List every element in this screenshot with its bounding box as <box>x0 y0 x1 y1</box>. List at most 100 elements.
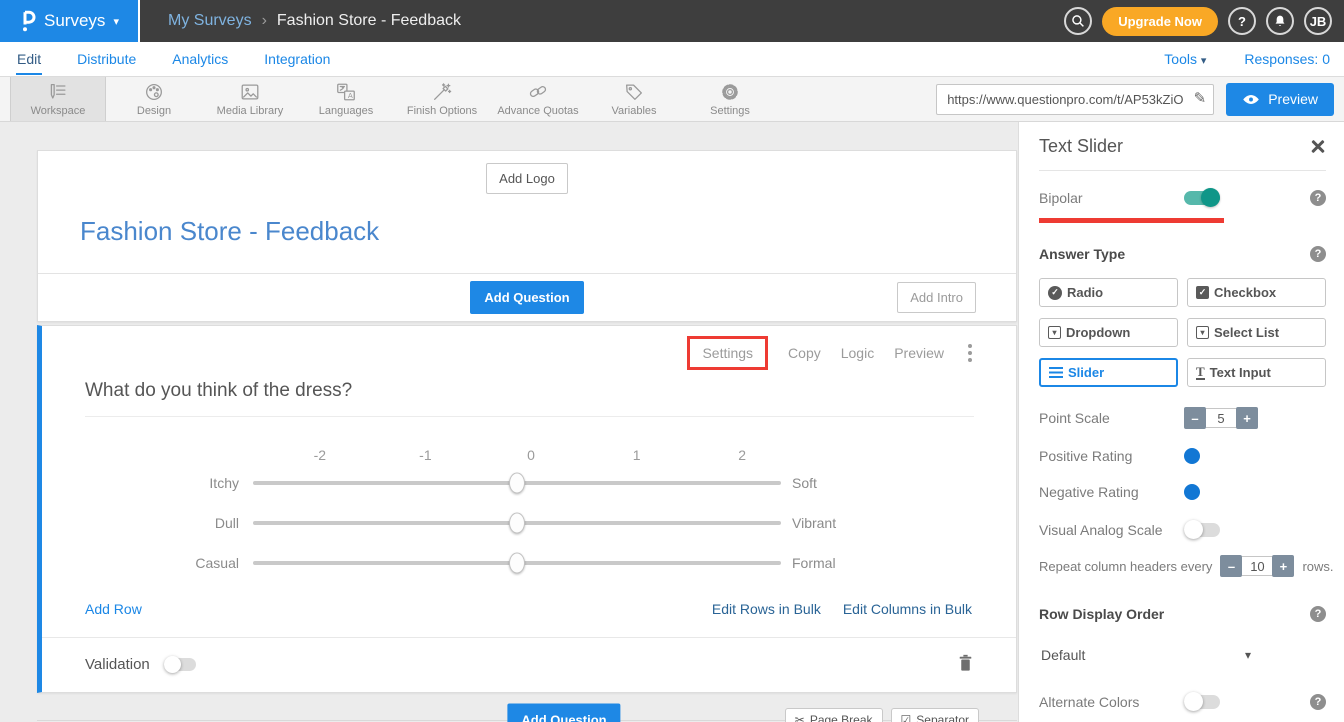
annotation-underline <box>1039 218 1224 223</box>
answer-type-checkbox[interactable]: ✓ Checkbox <box>1187 278 1326 307</box>
toolbar-label: Variables <box>611 105 656 117</box>
question-text[interactable]: What do you think of the dress? <box>85 380 974 417</box>
page-break-button[interactable]: ✂ Page Break <box>785 708 883 722</box>
slider-track[interactable] <box>253 481 781 485</box>
survey-card: Add Logo Fashion Store - Feedback Add Qu… <box>37 150 1017 322</box>
kebab-menu[interactable] <box>964 342 976 364</box>
stepper-minus[interactable]: – <box>1184 407 1206 429</box>
question-card: Settings Copy Logic Preview What do you … <box>37 325 1017 693</box>
slider-knob[interactable] <box>509 513 525 534</box>
answer-type-select-list[interactable]: ▾ Select List <box>1187 318 1326 347</box>
help-button[interactable]: ? <box>1228 7 1256 35</box>
help-icon[interactable]: ? <box>1310 190 1326 206</box>
workspace-icon <box>47 81 69 103</box>
breadcrumb-parent[interactable]: My Surveys <box>168 12 252 30</box>
toolbar-item-media-library[interactable]: Media Library <box>202 77 298 121</box>
menu-item-logic[interactable]: Logic <box>841 345 874 361</box>
tools-menu[interactable]: Tools ▾ <box>1164 51 1206 67</box>
alternate-colors-toggle[interactable] <box>1184 695 1220 709</box>
alternate-colors-row: Alternate Colors ? <box>1039 691 1326 713</box>
repeat-headers-stepper: – 10 + <box>1220 555 1294 577</box>
help-icon[interactable]: ? <box>1310 246 1326 262</box>
validation-toggle[interactable] <box>164 658 196 671</box>
tab-edit[interactable]: Edit <box>16 44 42 75</box>
slider-track[interactable] <box>253 521 781 525</box>
row-display-order-select[interactable]: Default ▾ <box>1039 647 1251 663</box>
stepper-value[interactable]: 5 <box>1206 408 1236 428</box>
survey-title[interactable]: Fashion Store - Feedback <box>38 200 1016 273</box>
add-row-link[interactable]: Add Row <box>85 601 142 617</box>
visual-analog-toggle[interactable] <box>1184 523 1220 537</box>
toolbar-item-settings[interactable]: Settings <box>682 77 778 121</box>
scale-label: 2 <box>689 447 795 463</box>
tab-distribute[interactable]: Distribute <box>76 44 137 75</box>
delete-question-button[interactable] <box>957 653 974 675</box>
repeat-headers-row: Repeat column headers every – 10 + rows. <box>1039 555 1326 577</box>
toolbar-label: Design <box>137 105 171 117</box>
row-label-left: Itchy <box>42 475 253 491</box>
negative-rating-color-swatch[interactable] <box>1184 484 1200 500</box>
product-name: Surveys <box>44 11 105 31</box>
slider-knob[interactable] <box>509 473 525 494</box>
toolbar-item-workspace[interactable]: Workspace <box>10 77 106 121</box>
help-icon[interactable]: ? <box>1310 694 1326 710</box>
answer-type-label: Text Input <box>1210 365 1271 380</box>
toolbar-item-languages[interactable]: A Languages <box>298 77 394 121</box>
repeat-headers-suffix: rows. <box>1302 559 1333 574</box>
alternate-colors-label: Alternate Colors <box>1039 694 1139 710</box>
add-intro-button[interactable]: Add Intro <box>897 282 976 313</box>
edit-rows-bulk-link[interactable]: Edit Rows in Bulk <box>712 601 821 617</box>
toolbar-item-design[interactable]: Design <box>106 77 202 121</box>
answer-type-label: Answer Type <box>1039 246 1125 262</box>
palette-icon <box>143 81 165 103</box>
menu-item-preview[interactable]: Preview <box>894 345 944 361</box>
footer-add-question-button[interactable]: Add Question <box>507 704 620 722</box>
tab-integration[interactable]: Integration <box>263 44 331 75</box>
toolbar-item-variables[interactable]: Variables <box>586 77 682 121</box>
chain-links-icon <box>527 81 549 103</box>
answer-type-grid: ✓ Radio ✓ Checkbox ▾ Dropdown ▾ Select L… <box>1039 278 1326 387</box>
bipolar-toggle[interactable] <box>1184 191 1220 205</box>
search-button[interactable] <box>1064 7 1092 35</box>
add-logo-button[interactable]: Add Logo <box>486 163 568 194</box>
upgrade-button[interactable]: Upgrade Now <box>1102 7 1218 36</box>
slider-track[interactable] <box>253 561 781 565</box>
stepper-minus[interactable]: – <box>1220 555 1242 577</box>
menu-item-settings[interactable]: Settings <box>702 345 753 361</box>
answer-type-text-input[interactable]: T Text Input <box>1187 358 1326 387</box>
answer-type-slider[interactable]: Slider <box>1039 358 1178 387</box>
stepper-plus[interactable]: + <box>1272 555 1294 577</box>
responses-count[interactable]: Responses: 0 <box>1244 51 1330 67</box>
help-icon[interactable]: ? <box>1310 606 1326 622</box>
row-label-right: Formal <box>792 555 836 571</box>
toolbar-item-advance-quotas[interactable]: Advance Quotas <box>490 77 586 121</box>
notifications-button[interactable] <box>1266 7 1294 35</box>
product-switcher[interactable]: Surveys ▾ <box>0 0 140 42</box>
tab-analytics[interactable]: Analytics <box>171 44 229 75</box>
answer-type-dropdown[interactable]: ▾ Dropdown <box>1039 318 1178 347</box>
visual-analog-row: Visual Analog Scale <box>1039 519 1326 541</box>
toolbar-item-finish-options[interactable]: Finish Options <box>394 77 490 121</box>
search-icon <box>1070 13 1086 29</box>
close-icon[interactable] <box>1310 139 1326 155</box>
preview-button[interactable]: Preview <box>1226 83 1334 116</box>
pencil-icon[interactable]: ✎ <box>1194 89 1207 107</box>
survey-url-input[interactable] <box>936 84 1214 115</box>
separator-button[interactable]: ☑ Separator <box>891 708 979 722</box>
preview-label: Preview <box>1268 91 1318 107</box>
edit-columns-bulk-link[interactable]: Edit Columns in Bulk <box>843 601 972 617</box>
positive-rating-color-swatch[interactable] <box>1184 448 1200 464</box>
add-question-button[interactable]: Add Question <box>470 281 583 314</box>
slider-knob[interactable] <box>509 553 525 574</box>
scale-header: -2 -1 0 1 2 <box>267 447 795 463</box>
questionpro-logo-icon <box>19 10 36 32</box>
avatar[interactable]: JB <box>1304 7 1332 35</box>
checkbox-icon: ✓ <box>1196 286 1209 299</box>
menu-item-copy[interactable]: Copy <box>788 345 821 361</box>
stepper-value[interactable]: 10 <box>1242 556 1272 576</box>
answer-type-radio[interactable]: ✓ Radio <box>1039 278 1178 307</box>
main-area: Add Logo Fashion Store - Feedback Add Qu… <box>0 122 1344 722</box>
stepper-plus[interactable]: + <box>1236 407 1258 429</box>
toolbar-label: Settings <box>710 105 750 117</box>
caret-down-icon: ▾ <box>1245 648 1251 662</box>
